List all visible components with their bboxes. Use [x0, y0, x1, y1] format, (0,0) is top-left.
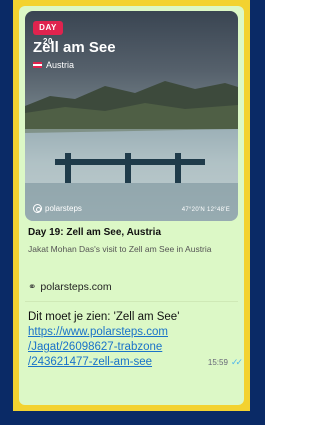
country-row: Austria — [33, 60, 74, 70]
day-badge: DAY 20 — [33, 21, 63, 46]
brand-watermark: polarsteps — [33, 204, 82, 213]
message-time: 15:59 — [207, 358, 228, 367]
message-meta: 15:59 ✓✓ — [207, 355, 243, 370]
link-preview-domain[interactable]: ⚭ polarsteps.com — [28, 281, 112, 293]
message-link-line-1[interactable]: https://www.polarsteps.com — [28, 325, 240, 340]
message-link-line-3[interactable]: /243621477-zell-am-see — [28, 355, 152, 370]
message-link-line-2[interactable]: /Jagat/26098627-trabzone — [28, 340, 240, 355]
link-chain-icon: ⚭ — [28, 281, 37, 293]
country-label: Austria — [46, 60, 75, 70]
read-receipt-icon: ✓✓ — [230, 357, 243, 367]
message-text: Dit moet je zien: 'Zell am See' https://… — [28, 310, 243, 370]
coordinates: 47°20'N 12°48'E — [181, 207, 230, 213]
link-preview-title[interactable]: Day 19: Zell am See, Austria — [28, 227, 238, 238]
message-body: Dit moet je zien: 'Zell am See' — [28, 311, 180, 323]
link-preview-image[interactable]: DAY 20 Zell am See Austria polarsteps 47… — [25, 11, 238, 221]
austria-flag-icon — [33, 61, 42, 69]
link-preview-description: Jakat Mohan Das's visit to Zell am See i… — [28, 244, 212, 254]
domain-label: polarsteps.com — [40, 281, 112, 293]
polarsteps-logo-icon — [33, 204, 42, 213]
brand-label: polarsteps — [45, 204, 82, 213]
message-bubble[interactable]: DAY 20 Zell am See Austria polarsteps 47… — [19, 6, 244, 405]
place-title: Zell am See — [33, 39, 116, 56]
divider — [25, 301, 238, 302]
